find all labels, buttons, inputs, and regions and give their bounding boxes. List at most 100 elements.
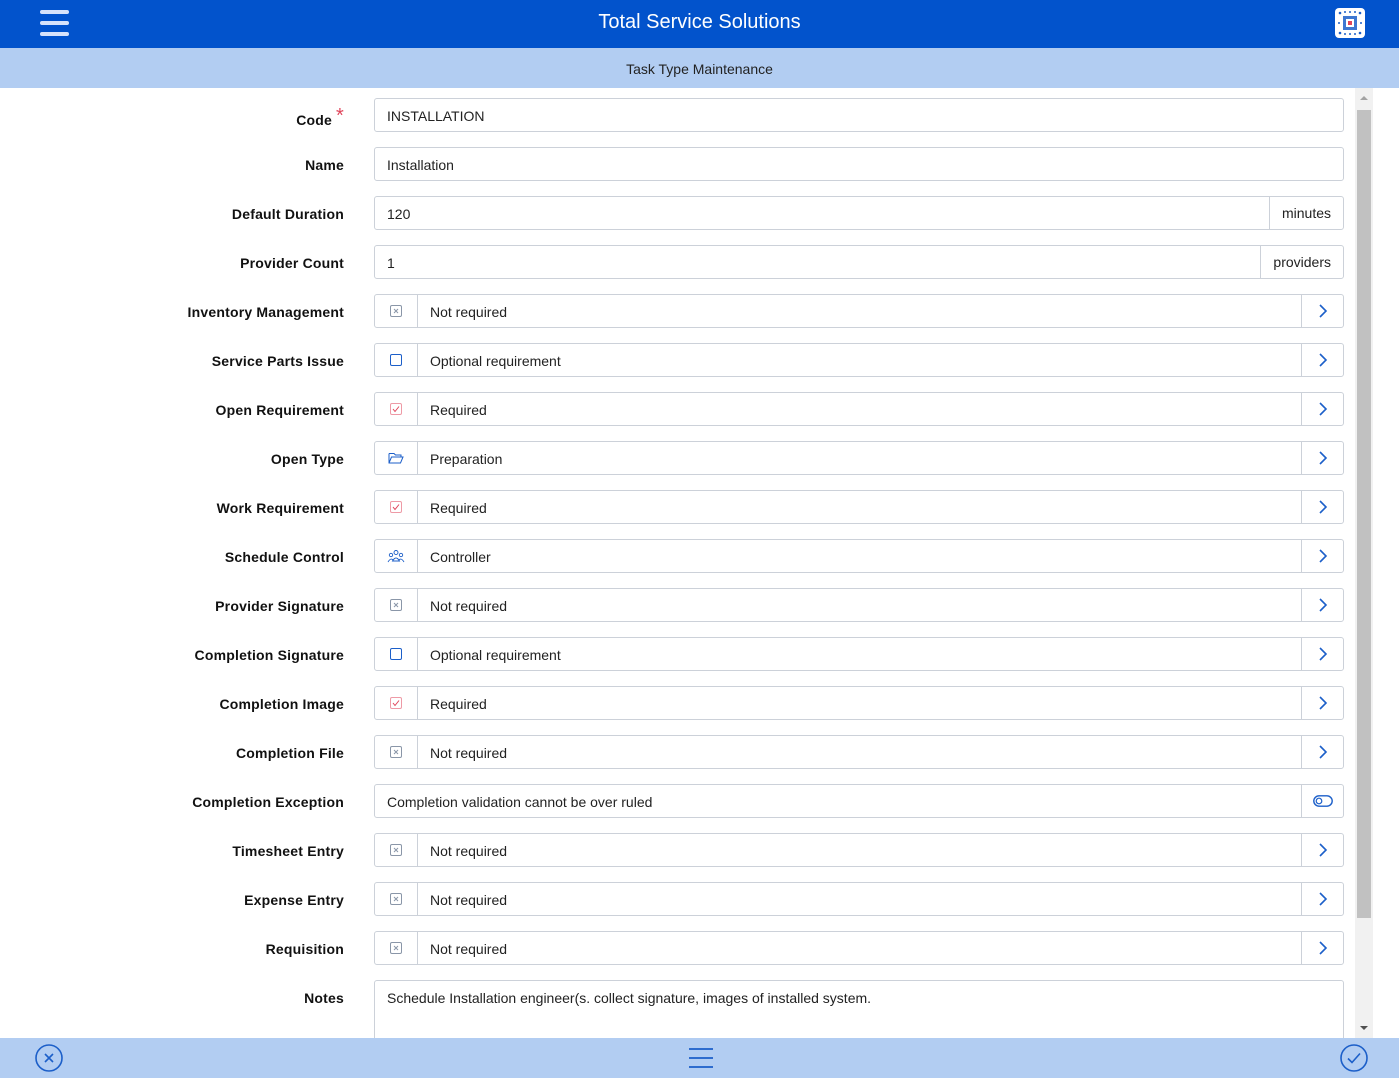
default-duration-row: Default Duration 120 minutes <box>0 196 1355 230</box>
provider-signature-value: Not required <box>430 598 508 614</box>
completion-file-label: Completion File <box>236 745 344 761</box>
name-label: Name <box>305 157 344 173</box>
work-requirement-row: Work Requirement Required <box>0 490 1355 524</box>
scroll-up-icon[interactable] <box>1355 88 1373 108</box>
duration-unit: minutes <box>1268 197 1343 229</box>
name-input[interactable]: Installation <box>374 147 1344 181</box>
close-circle-icon <box>35 1044 63 1072</box>
provider-signature-row: Provider Signature Not required <box>0 588 1355 622</box>
page-subheader: Task Type Maintenance <box>0 48 1399 88</box>
work-requirement-value: Required <box>430 500 487 516</box>
required-mark: * <box>336 105 344 127</box>
notes-label: Notes <box>304 990 344 1006</box>
empty-box-icon <box>375 344 418 376</box>
save-button[interactable] <box>1339 1043 1369 1078</box>
chevron-right-icon[interactable] <box>1301 883 1343 915</box>
expense-entry-value: Not required <box>430 892 508 908</box>
service-parts-issue-value: Optional requirement <box>430 353 561 369</box>
timesheet-entry-label: Timesheet Entry <box>232 843 344 859</box>
schedule-control-row: Schedule Control Controller <box>0 539 1355 573</box>
inventory-management-label: Inventory Management <box>187 304 344 320</box>
chevron-right-icon[interactable] <box>1301 540 1343 572</box>
open-type-row: Open Type Preparation <box>0 441 1355 475</box>
provider-count-row: Provider Count 1 providers <box>0 245 1355 279</box>
app-header: Total Service Solutions <box>0 0 1399 48</box>
toggle-off-icon[interactable] <box>1301 785 1343 817</box>
x-box-icon <box>375 932 418 964</box>
name-value: Installation <box>387 157 454 173</box>
open-requirement-row: Open Requirement Required <box>0 392 1355 426</box>
folder-open-icon <box>375 442 418 474</box>
completion-file-select[interactable]: Not required <box>374 735 1344 769</box>
code-label: Code * <box>296 105 344 128</box>
inventory-management-value: Not required <box>430 304 508 320</box>
open-requirement-label: Open Requirement <box>215 402 344 418</box>
service-parts-issue-label: Service Parts Issue <box>211 353 344 369</box>
code-value: INSTALLATION <box>387 108 485 124</box>
work-requirement-label: Work Requirement <box>216 500 344 516</box>
timesheet-entry-value: Not required <box>430 843 508 859</box>
chevron-right-icon[interactable] <box>1301 834 1343 866</box>
schedule-control-label: Schedule Control <box>224 549 344 565</box>
expense-entry-select[interactable]: Not required <box>374 882 1344 916</box>
provider-signature-select[interactable]: Not required <box>374 588 1344 622</box>
footer-menu-button[interactable] <box>688 1046 714 1075</box>
notes-textarea[interactable]: Schedule Installation engineer(s. collec… <box>374 980 1344 1038</box>
open-type-label: Open Type <box>270 451 344 467</box>
completion-exception-value: Completion validation cannot be over rul… <box>387 794 653 810</box>
provider-count-input[interactable]: 1 providers <box>374 245 1344 279</box>
code-input[interactable]: INSTALLATION <box>374 98 1344 132</box>
chevron-right-icon[interactable] <box>1301 687 1343 719</box>
x-box-icon <box>375 883 418 915</box>
timesheet-entry-select[interactable]: Not required <box>374 833 1344 867</box>
service-parts-issue-row: Service Parts Issue Optional requirement <box>0 343 1355 377</box>
requisition-row: Requisition Not required <box>0 931 1355 965</box>
completion-exception-field: Completion validation cannot be over rul… <box>374 784 1344 818</box>
chevron-right-icon[interactable] <box>1301 491 1343 523</box>
chevron-right-icon[interactable] <box>1301 442 1343 474</box>
scrollbar-thumb[interactable] <box>1357 110 1371 918</box>
page-title: Task Type Maintenance <box>626 61 773 77</box>
requisition-select[interactable]: Not required <box>374 931 1344 965</box>
completion-image-select[interactable]: Required <box>374 686 1344 720</box>
open-requirement-value: Required <box>430 402 487 418</box>
x-box-icon <box>375 589 418 621</box>
open-type-value: Preparation <box>430 451 503 467</box>
work-requirement-select[interactable]: Required <box>374 490 1344 524</box>
default-duration-input[interactable]: 120 minutes <box>374 196 1344 230</box>
check-circle-icon <box>1340 1044 1368 1072</box>
schedule-control-value: Controller <box>430 549 491 565</box>
default-duration-label: Default Duration <box>231 206 344 222</box>
chevron-right-icon[interactable] <box>1301 736 1343 768</box>
provider-count-label: Provider Count <box>240 255 344 271</box>
service-parts-issue-select[interactable]: Optional requirement <box>374 343 1344 377</box>
completion-signature-row: Completion Signature Optional requiremen… <box>0 637 1355 671</box>
scrollbar[interactable] <box>1355 88 1373 1038</box>
footer-toolbar <box>0 1038 1399 1078</box>
cancel-button[interactable] <box>34 1043 64 1078</box>
completion-exception-label: Completion Exception <box>192 794 344 810</box>
timesheet-entry-row: Timesheet Entry Not required <box>0 833 1355 867</box>
app-logo-icon[interactable] <box>1335 8 1365 38</box>
x-box-icon <box>375 736 418 768</box>
inventory-management-select[interactable]: Not required <box>374 294 1344 328</box>
chevron-right-icon[interactable] <box>1301 295 1343 327</box>
chevron-right-icon[interactable] <box>1301 344 1343 376</box>
scroll-down-icon[interactable] <box>1355 1018 1373 1038</box>
chevron-right-icon[interactable] <box>1301 932 1343 964</box>
completion-signature-select[interactable]: Optional requirement <box>374 637 1344 671</box>
completion-image-value: Required <box>430 696 487 712</box>
users-icon <box>375 540 418 572</box>
schedule-control-select[interactable]: Controller <box>374 539 1344 573</box>
chevron-right-icon[interactable] <box>1301 589 1343 621</box>
provider-unit: providers <box>1260 246 1343 278</box>
open-requirement-select[interactable]: Required <box>374 392 1344 426</box>
open-type-select[interactable]: Preparation <box>374 441 1344 475</box>
check-box-icon <box>375 687 418 719</box>
notes-value: Schedule Installation engineer(s. collec… <box>387 990 872 1006</box>
provider-count-value: 1 <box>387 255 395 271</box>
chevron-right-icon[interactable] <box>1301 393 1343 425</box>
check-box-icon <box>375 393 418 425</box>
chevron-right-icon[interactable] <box>1301 638 1343 670</box>
completion-exception-row: Completion Exception Completion validati… <box>0 784 1355 818</box>
